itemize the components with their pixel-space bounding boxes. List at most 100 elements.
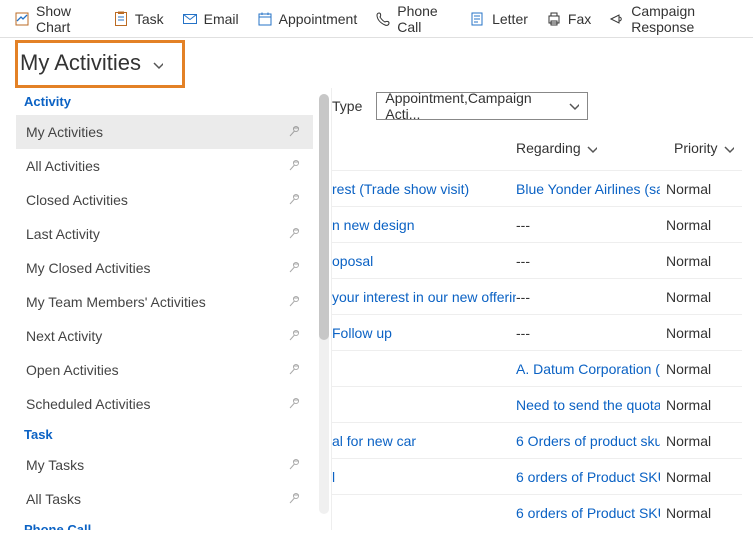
task-button[interactable]: Task [105,7,172,31]
dropdown-item[interactable]: My Team Members' Activities [16,285,313,319]
view-dropdown: ActivityMy Activities All Activities Close… [16,88,332,530]
view-switcher[interactable]: My Activities [12,40,179,86]
dropdown-item[interactable]: Open Activities [16,353,313,387]
table-row[interactable]: Need to send the quotatiNormal [332,386,742,422]
dropdown-item[interactable]: All Activities [16,149,313,183]
pin-icon[interactable] [287,328,303,344]
cell-regarding: --- [516,289,660,305]
table-row[interactable]: oposal---Normal [332,242,742,278]
column-header-priority-label: Priority [674,140,718,156]
show-chart-button[interactable]: Show Chart [6,0,103,39]
task-label: Task [135,11,164,27]
grid-rows: rest (Trade show visit)Blue Yonder Airli… [332,170,742,530]
dropdown-item-label: My Tasks [26,457,84,473]
cell-regarding[interactable]: 6 orders of Product SKU . [516,469,660,485]
activity-type-label: Type [332,98,362,114]
phone-icon [375,11,391,27]
email-label: Email [204,11,239,27]
view-switcher-label: My Activities [20,50,141,76]
column-header-priority[interactable]: Priority [674,140,734,156]
dropdown-item[interactable]: My Closed Activities [16,251,313,285]
pin-icon[interactable] [287,362,303,378]
cell-subject[interactable]: l [332,469,516,485]
cell-priority: Normal [660,181,730,197]
email-icon [182,11,198,27]
dropdown-section-title: Task [16,421,313,448]
campaign-response-button[interactable]: Campaign Response [601,0,747,39]
appointment-label: Appointment [279,11,358,27]
dropdown-item[interactable]: My Activities [16,115,313,149]
cell-regarding[interactable]: Need to send the quotati [516,397,660,413]
cell-regarding[interactable]: 6 Orders of product sku J [516,433,660,449]
pin-icon[interactable] [287,294,303,310]
chevron-down-icon [567,98,579,114]
cell-subject[interactable]: Follow up [332,325,516,341]
dropdown-item-label: Next Activity [26,328,102,344]
dropdown-item-label: My Team Members' Activities [26,294,206,310]
pin-icon[interactable] [287,192,303,208]
table-row[interactable]: n new design---Normal [332,206,742,242]
letter-icon [470,11,486,27]
cell-regarding[interactable]: Blue Yonder Airlines (sam [516,181,660,197]
task-icon [113,11,129,27]
cell-priority: Normal [660,253,730,269]
cell-regarding[interactable]: A. Datum Corporation (sa [516,361,660,377]
cell-subject[interactable]: n new design [332,217,516,233]
view-header: My Activities [0,40,753,86]
cell-priority: Normal [660,325,730,341]
show-chart-label: Show Chart [36,3,95,35]
cell-subject[interactable]: al for new car [332,433,516,449]
email-button[interactable]: Email [174,7,247,31]
appointment-button[interactable]: Appointment [249,7,366,31]
pin-icon[interactable] [287,491,303,507]
table-row[interactable]: your interest in our new offerings---Nor… [332,278,742,314]
table-row[interactable]: l6 orders of Product SKU .Normal [332,458,742,494]
fax-label: Fax [568,11,591,27]
pin-icon[interactable] [287,396,303,412]
dropdown-item-label: Last Activity [26,226,100,242]
cell-regarding[interactable]: 6 orders of Product SKU . [516,505,660,521]
table-row[interactable]: al for new car6 Orders of product sku JN… [332,422,742,458]
cell-subject[interactable]: oposal [332,253,516,269]
scrollbar-thumb[interactable] [319,94,329,340]
cell-priority: Normal [660,433,730,449]
pin-icon[interactable] [287,226,303,242]
cell-regarding: --- [516,325,660,341]
chevron-down-icon [722,142,734,154]
dropdown-item-label: Open Activities [26,362,119,378]
column-header-regarding[interactable]: Regarding [516,140,597,156]
appointment-icon [257,11,273,27]
cell-subject[interactable]: rest (Trade show visit) [332,181,516,197]
dropdown-item-label: All Activities [26,158,100,174]
phone-call-button[interactable]: Phone Call [367,0,460,39]
pin-icon[interactable] [287,260,303,276]
dropdown-item[interactable]: All Tasks [16,482,313,516]
activity-type-selected: Appointment,Campaign Acti... [385,90,567,122]
table-row[interactable]: 6 orders of Product SKU .Normal [332,494,742,530]
dropdown-item[interactable]: My Tasks [16,448,313,482]
cell-regarding: --- [516,253,660,269]
table-row[interactable]: rest (Trade show visit)Blue Yonder Airli… [332,170,742,206]
activity-type-select[interactable]: Appointment,Campaign Acti... [376,92,588,120]
pin-icon[interactable] [287,457,303,473]
column-header-regarding-label: Regarding [516,140,581,156]
dropdown-item[interactable]: Scheduled Activities [16,387,313,421]
pin-icon[interactable] [287,124,303,140]
dropdown-item-label: Closed Activities [26,192,128,208]
fax-button[interactable]: Fax [538,7,599,31]
dropdown-item-label: My Closed Activities [26,260,150,276]
dropdown-section-title: Phone Call [16,516,313,530]
dropdown-item[interactable]: Last Activity [16,217,313,251]
cell-subject[interactable]: your interest in our new offerings [332,289,516,305]
table-row[interactable]: Follow up---Normal [332,314,742,350]
cell-priority: Normal [660,289,730,305]
pin-icon[interactable] [287,158,303,174]
phone-call-label: Phone Call [397,3,452,35]
letter-button[interactable]: Letter [462,7,536,31]
cell-priority: Normal [660,361,730,377]
cell-regarding: --- [516,217,660,233]
dropdown-item[interactable]: Next Activity [16,319,313,353]
dropdown-section-title: Activity [16,88,313,115]
dropdown-item[interactable]: Closed Activities [16,183,313,217]
table-row[interactable]: A. Datum Corporation (saNormal [332,350,742,386]
